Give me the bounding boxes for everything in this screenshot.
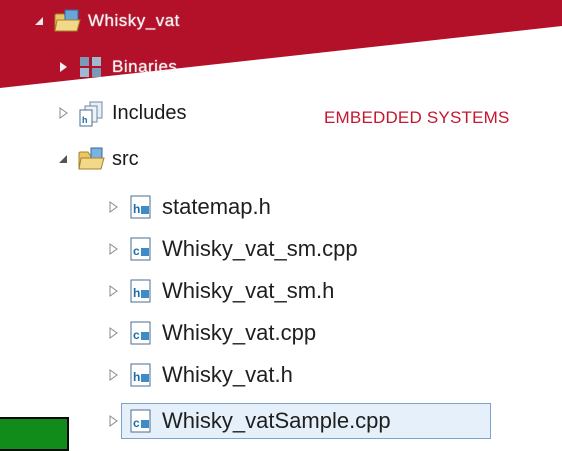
collapsed-arrow-icon[interactable] <box>106 326 120 340</box>
expanded-arrow-icon[interactable] <box>32 14 46 28</box>
header-file-icon: h <box>128 362 154 388</box>
cpp-file-icon: c <box>128 408 154 434</box>
includes-icon: h <box>78 100 104 127</box>
tree-item-project[interactable]: Whisky_vat <box>32 4 180 38</box>
binaries-label: Binaries <box>112 57 178 76</box>
project-label: Whisky_vat <box>88 11 180 30</box>
expanded-arrow-icon[interactable] <box>56 152 70 166</box>
file-label: Whisky_vatSample.cpp <box>162 408 391 433</box>
tree-item-binaries[interactable]: Binaries <box>56 50 177 84</box>
tree-item-file[interactable]: c Whisky_vat_sm.cpp <box>106 232 358 266</box>
tree-item-file[interactable]: h Whisky_vat_sm.h <box>106 274 334 308</box>
svg-text:h: h <box>133 202 140 216</box>
source-folder-icon <box>78 146 105 172</box>
binaries-icon <box>78 54 104 80</box>
collapsed-arrow-icon[interactable] <box>106 284 120 298</box>
tree-item-file[interactable]: h Whisky_vat.h <box>106 358 293 392</box>
tree-item-file[interactable]: c Whisky_vat.cpp <box>106 316 316 350</box>
svg-text:h: h <box>133 286 140 300</box>
tree-item-includes[interactable]: h Includes <box>56 96 187 130</box>
svg-text:c: c <box>133 328 140 342</box>
svg-text:c: c <box>133 416 140 430</box>
file-label: Whisky_vat_sm.cpp <box>162 236 358 261</box>
collapsed-arrow-icon[interactable] <box>56 106 70 120</box>
collapsed-arrow-icon[interactable] <box>106 368 120 382</box>
collapsed-arrow-icon[interactable] <box>106 200 120 214</box>
cpp-file-icon: c <box>128 320 154 346</box>
file-label: statemap.h <box>162 194 271 219</box>
collapsed-arrow-icon[interactable] <box>56 60 70 74</box>
svg-text:c: c <box>133 244 140 258</box>
collapsed-arrow-icon[interactable] <box>106 242 120 256</box>
svg-text:h: h <box>133 370 140 384</box>
header-file-icon: h <box>128 194 154 220</box>
tree-item-src[interactable]: src <box>56 142 139 176</box>
file-label: Whisky_vat.h <box>162 362 293 387</box>
includes-label: Includes <box>112 101 187 124</box>
collapsed-arrow-icon[interactable] <box>106 414 120 428</box>
tree-item-file[interactable]: h statemap.h <box>106 190 271 224</box>
project-explorer-tree: Whisky_vat Binaries h Includes src h sta… <box>0 0 562 451</box>
file-label: Whisky_vat_sm.h <box>162 278 335 303</box>
tree-item-file-selected[interactable]: c Whisky_vatSample.cpp <box>106 404 391 438</box>
svg-text:h: h <box>82 115 88 125</box>
project-folder-icon <box>54 8 81 34</box>
file-label: Whisky_vat.cpp <box>162 320 317 345</box>
cpp-file-icon: c <box>128 236 154 262</box>
header-file-icon: h <box>128 278 154 304</box>
src-label: src <box>112 147 139 170</box>
